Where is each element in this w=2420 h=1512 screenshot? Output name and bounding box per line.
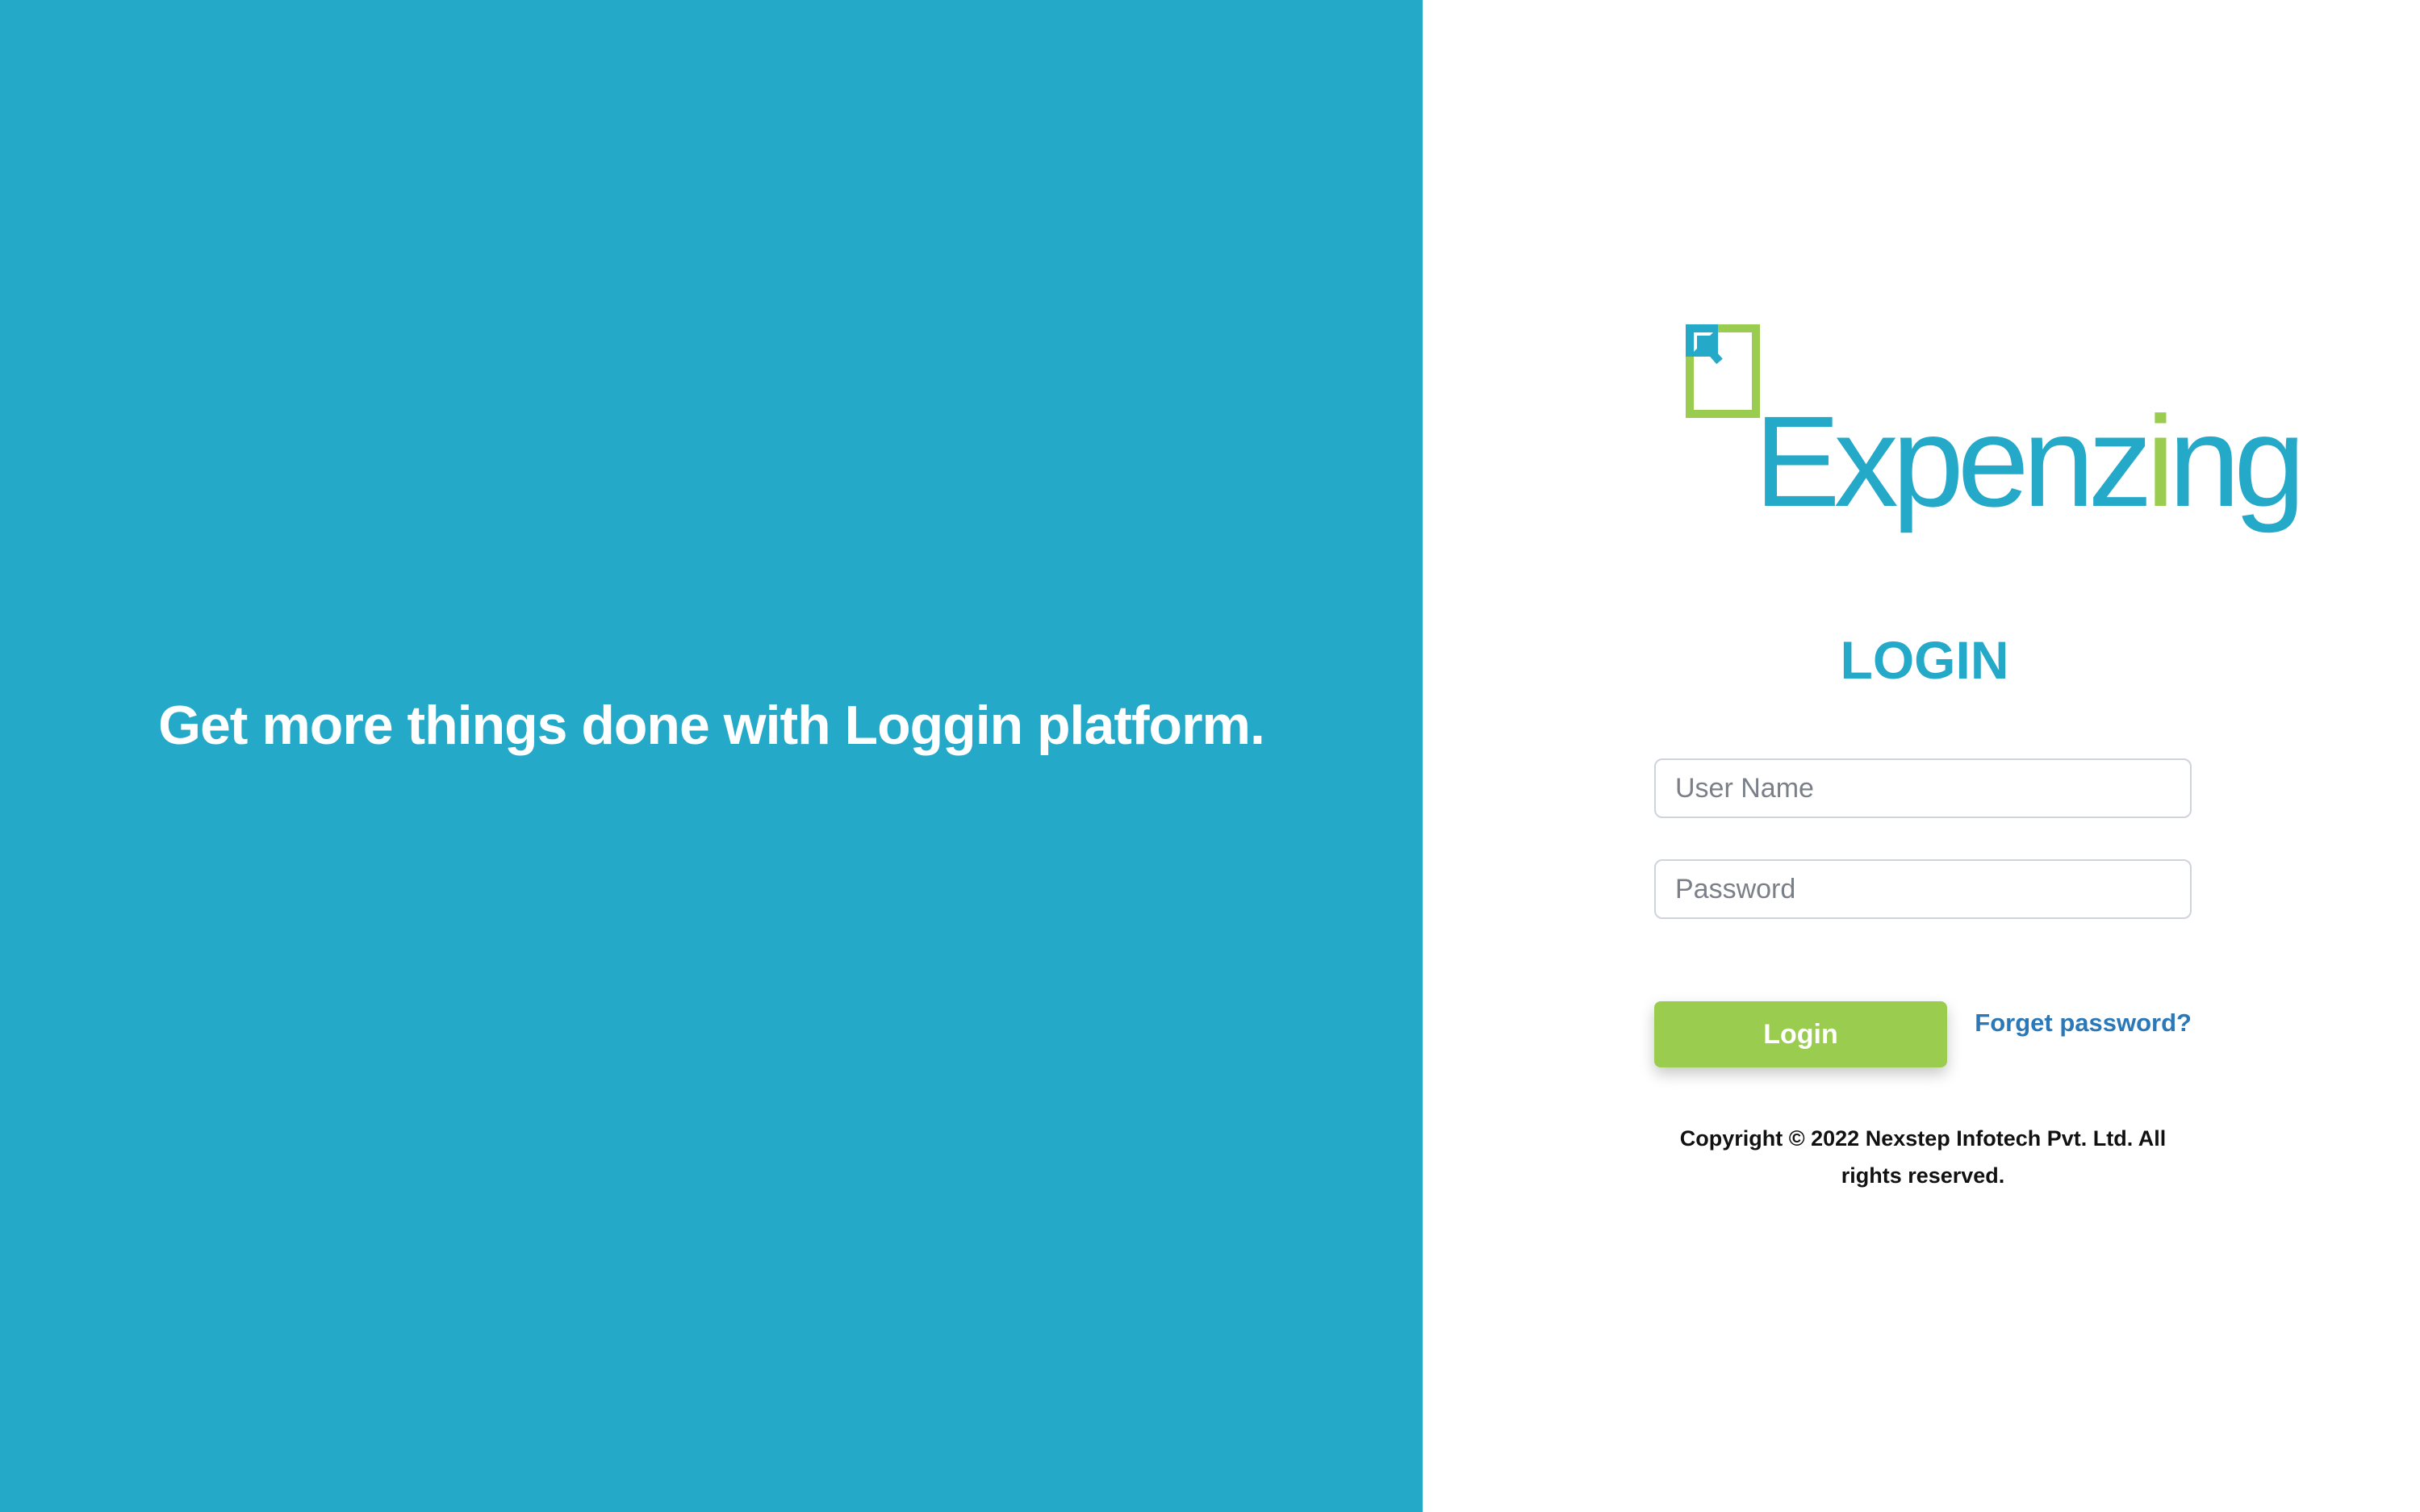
forgot-password-link[interactable]: Forget password? bbox=[1953, 1009, 2192, 1038]
logo-wordmark: Expenzing bbox=[1754, 389, 2305, 533]
password-input[interactable] bbox=[1654, 859, 2192, 919]
login-page: Get more things done with Loggin platfor… bbox=[0, 0, 2420, 1512]
hero-tagline: Get more things done with Loggin platfor… bbox=[158, 695, 1265, 756]
login-button[interactable]: Login bbox=[1654, 1001, 1947, 1067]
expenzing-logo: Expenzing bbox=[1686, 324, 2305, 526]
username-input[interactable] bbox=[1654, 758, 2192, 818]
login-title: LOGIN bbox=[1840, 630, 2009, 690]
expand-arrow-icon bbox=[1686, 324, 1760, 418]
hero-panel: Get more things done with Loggin platfor… bbox=[0, 0, 1423, 1512]
login-panel bbox=[1423, 0, 2420, 1512]
copyright-text: Copyright © 2022 Nexstep Infotech Pvt. L… bbox=[1679, 1126, 2167, 1188]
